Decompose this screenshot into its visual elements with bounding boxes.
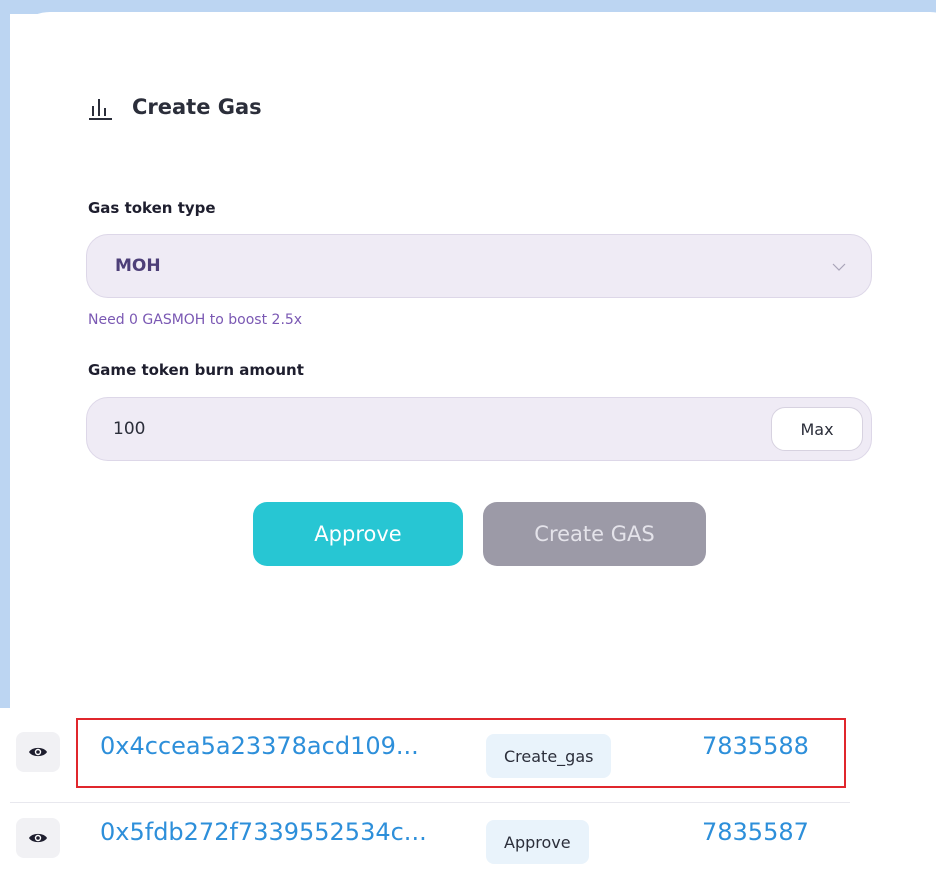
approve-button[interactable]: Approve: [253, 502, 463, 566]
burn-amount-field: Max: [86, 397, 872, 461]
eye-icon: [29, 833, 47, 843]
gas-token-type-label: Gas token type: [88, 199, 216, 217]
view-transaction-button[interactable]: [16, 818, 60, 858]
boost-hint: Need 0 GASMOH to boost 2.5x: [88, 312, 303, 328]
transaction-hash-link[interactable]: 0x5fdb272f7339552534c...: [100, 818, 427, 846]
transaction-block-link[interactable]: 7835587: [702, 818, 809, 846]
max-button[interactable]: Max: [771, 407, 863, 451]
eye-icon: [29, 747, 47, 757]
card-title: Create Gas: [132, 95, 262, 119]
bar-chart-icon: [89, 99, 112, 120]
transaction-block-link[interactable]: 7835588: [702, 732, 809, 760]
row-divider: [10, 802, 850, 803]
gas-token-type-value: MOH: [115, 256, 161, 276]
burn-amount-input[interactable]: [113, 412, 713, 446]
transaction-row: 0x4ccea5a23378acd109... Create_gas 78355…: [0, 718, 936, 788]
transaction-hash-link[interactable]: 0x4ccea5a23378acd109...: [100, 732, 419, 760]
gas-token-type-select[interactable]: MOH: [86, 234, 872, 298]
page-background-left: [0, 0, 10, 708]
card-header: Create Gas: [88, 94, 262, 120]
burn-amount-label: Game token burn amount: [88, 361, 304, 379]
transaction-method-badge: Approve: [486, 820, 589, 864]
chevron-down-icon: [832, 263, 846, 271]
transaction-method-badge: Create_gas: [486, 734, 612, 778]
view-transaction-button[interactable]: [16, 732, 60, 772]
transaction-row: 0x5fdb272f7339552534c... Approve 7835587: [0, 804, 936, 874]
create-gas-button[interactable]: Create GAS: [483, 502, 706, 566]
